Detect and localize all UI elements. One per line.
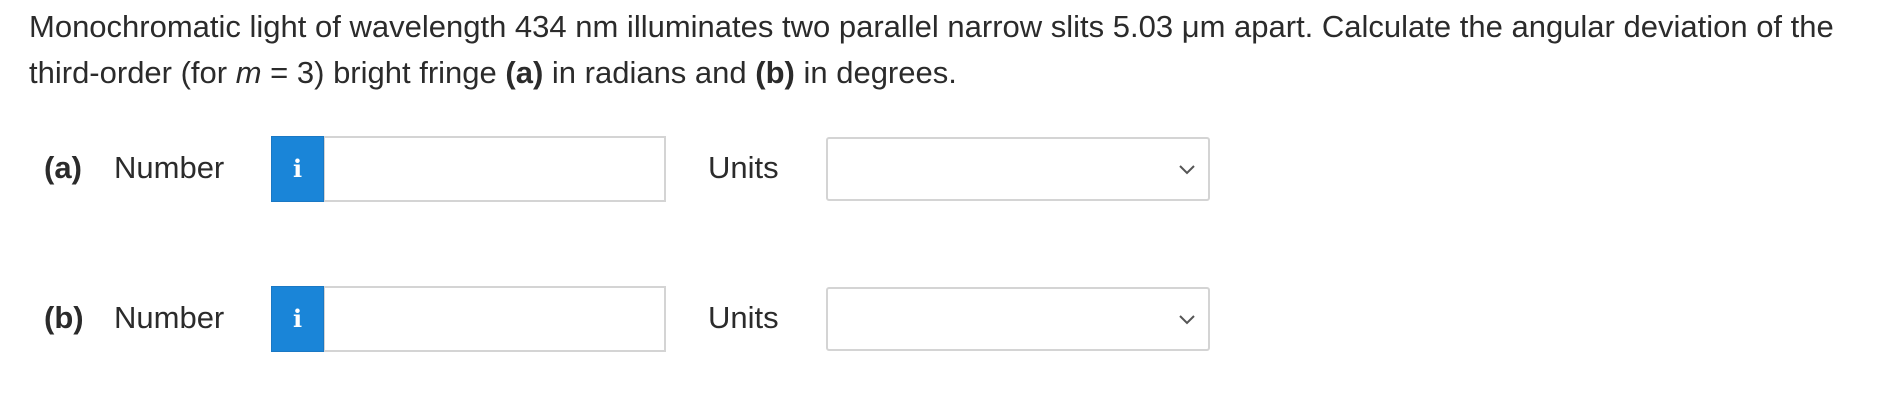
question-text-part: in radians and xyxy=(543,55,756,90)
info-icon: i xyxy=(292,304,303,333)
chevron-down-icon xyxy=(1179,165,1195,175)
units-label: Units xyxy=(708,300,779,335)
number-label: Number xyxy=(114,300,225,335)
question-text: Monochromatic light of wavelength 434 nm… xyxy=(29,4,1889,96)
number-input-a[interactable] xyxy=(324,136,666,202)
info-button[interactable]: i xyxy=(271,286,324,352)
number-label: Number xyxy=(114,150,225,185)
question-text-part: in degrees. xyxy=(794,55,957,90)
question-part-a-label: (a) xyxy=(505,55,544,90)
number-input-b[interactable] xyxy=(324,286,666,352)
question-text-part: = 3) bright fringe xyxy=(261,55,506,90)
units-label: Units xyxy=(708,150,779,185)
units-select-b[interactable] xyxy=(826,287,1210,351)
chevron-down-icon xyxy=(1179,315,1195,325)
part-label: (a) xyxy=(44,150,82,185)
variable-m: m xyxy=(235,55,262,90)
answer-row-a: (a) Number i Units xyxy=(0,136,1896,202)
question-part-b-label: (b) xyxy=(755,55,795,90)
info-icon: i xyxy=(292,154,303,183)
units-select-a[interactable] xyxy=(826,137,1210,201)
info-button[interactable]: i xyxy=(271,136,324,202)
answer-row-b: (b) Number i Units xyxy=(0,286,1896,352)
part-label: (b) xyxy=(44,300,84,335)
